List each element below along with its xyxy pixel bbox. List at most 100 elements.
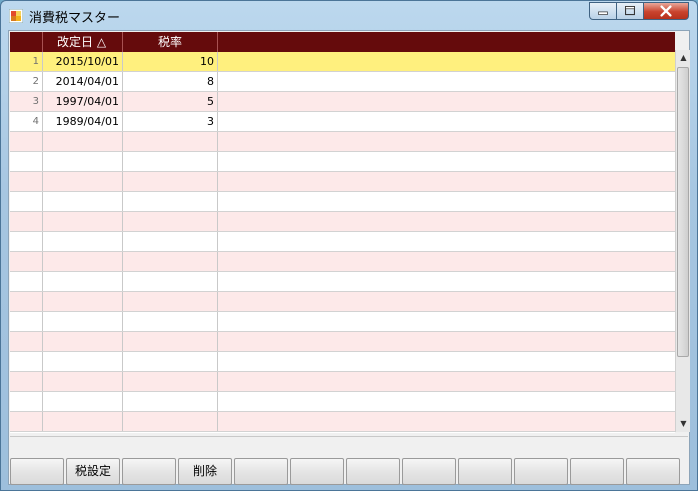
tax-setting-button[interactable]: 税設定	[66, 458, 120, 485]
rate-cell[interactable]	[123, 152, 218, 171]
filler-cell[interactable]	[218, 272, 675, 291]
row-number-cell[interactable]: 1	[10, 52, 43, 71]
rate-cell[interactable]	[123, 412, 218, 431]
rate-cell[interactable]	[123, 292, 218, 311]
table-row[interactable]: 1 2015/10/01 10	[10, 52, 675, 72]
filler-cell[interactable]	[218, 312, 675, 331]
column-header-date[interactable]: 改定日 △	[43, 32, 123, 52]
row-number-cell[interactable]	[10, 292, 43, 311]
filler-cell[interactable]	[218, 232, 675, 251]
rate-cell[interactable]	[123, 232, 218, 251]
scroll-up-icon[interactable]: ▲	[676, 50, 691, 65]
rate-cell[interactable]	[123, 212, 218, 231]
filler-cell[interactable]	[218, 52, 675, 71]
date-cell[interactable]	[43, 152, 123, 171]
date-cell[interactable]	[43, 272, 123, 291]
row-number-cell[interactable]	[10, 392, 43, 411]
row-number-cell[interactable]	[10, 372, 43, 391]
rate-cell[interactable]: 3	[123, 112, 218, 131]
empty-row[interactable]	[10, 232, 675, 252]
rate-cell[interactable]	[123, 312, 218, 331]
empty-row[interactable]	[10, 132, 675, 152]
date-cell[interactable]	[43, 232, 123, 251]
rate-cell[interactable]	[123, 252, 218, 271]
empty-row[interactable]	[10, 292, 675, 312]
row-number-cell[interactable]	[10, 192, 43, 211]
empty-row[interactable]	[10, 152, 675, 172]
row-number-cell[interactable]	[10, 212, 43, 231]
rate-cell[interactable]	[123, 372, 218, 391]
date-cell[interactable]	[43, 292, 123, 311]
filler-cell[interactable]	[218, 352, 675, 371]
date-cell[interactable]: 2015/10/01	[43, 52, 123, 71]
function-button[interactable]	[570, 458, 624, 485]
row-number-cell[interactable]: 4	[10, 112, 43, 131]
delete-button[interactable]: 削除	[178, 458, 232, 485]
date-cell[interactable]	[43, 212, 123, 231]
scroll-down-icon[interactable]: ▼	[676, 416, 691, 431]
filler-cell[interactable]	[218, 172, 675, 191]
table-row[interactable]: 2 2014/04/01 8	[10, 72, 675, 92]
scrollbar-thumb[interactable]	[677, 67, 689, 357]
filler-cell[interactable]	[218, 292, 675, 311]
table-row[interactable]: 4 1989/04/01 3	[10, 112, 675, 132]
filler-cell[interactable]	[218, 252, 675, 271]
empty-row[interactable]	[10, 332, 675, 352]
date-cell[interactable]	[43, 412, 123, 431]
date-cell[interactable]	[43, 172, 123, 191]
date-cell[interactable]	[43, 192, 123, 211]
date-cell[interactable]	[43, 372, 123, 391]
rate-cell[interactable]: 10	[123, 52, 218, 71]
filler-cell[interactable]	[218, 92, 675, 111]
filler-cell[interactable]	[218, 72, 675, 91]
filler-cell[interactable]	[218, 392, 675, 411]
function-button[interactable]	[290, 458, 344, 485]
filler-cell[interactable]	[218, 412, 675, 431]
empty-row[interactable]	[10, 192, 675, 212]
rate-cell[interactable]	[123, 352, 218, 371]
function-button[interactable]	[122, 458, 176, 485]
row-number-cell[interactable]	[10, 132, 43, 151]
function-button[interactable]	[10, 458, 64, 485]
rate-cell[interactable]	[123, 172, 218, 191]
filler-cell[interactable]	[218, 332, 675, 351]
row-number-cell[interactable]: 3	[10, 92, 43, 111]
table-row[interactable]: 3 1997/04/01 5	[10, 92, 675, 112]
empty-row[interactable]	[10, 172, 675, 192]
rate-cell[interactable]: 8	[123, 72, 218, 91]
function-button[interactable]	[346, 458, 400, 485]
row-number-cell[interactable]	[10, 152, 43, 171]
row-number-cell[interactable]	[10, 272, 43, 291]
rate-cell[interactable]	[123, 192, 218, 211]
empty-row[interactable]	[10, 212, 675, 232]
empty-row[interactable]	[10, 412, 675, 432]
vertical-scrollbar[interactable]: ▲ ▼	[675, 50, 690, 432]
date-cell[interactable]: 1989/04/01	[43, 112, 123, 131]
function-button[interactable]	[402, 458, 456, 485]
tax-rate-grid[interactable]: 改定日 △ 税率 1 2015/10/01 10 2 2014/04/01 8 3 1997/…	[10, 32, 675, 433]
row-number-cell[interactable]	[10, 412, 43, 431]
row-number-cell[interactable]	[10, 312, 43, 331]
filler-cell[interactable]	[218, 112, 675, 131]
empty-row[interactable]	[10, 372, 675, 392]
function-button[interactable]	[234, 458, 288, 485]
filler-cell[interactable]	[218, 212, 675, 231]
rate-cell[interactable]	[123, 132, 218, 151]
empty-row[interactable]	[10, 252, 675, 272]
close-button[interactable]	[643, 2, 689, 20]
filler-cell[interactable]	[218, 132, 675, 151]
date-cell[interactable]	[43, 132, 123, 151]
date-cell[interactable]	[43, 312, 123, 331]
row-number-cell[interactable]	[10, 332, 43, 351]
date-cell[interactable]: 2014/04/01	[43, 72, 123, 91]
row-number-cell[interactable]	[10, 252, 43, 271]
row-number-cell[interactable]	[10, 172, 43, 191]
rate-cell[interactable]: 5	[123, 92, 218, 111]
function-button[interactable]	[514, 458, 568, 485]
filler-cell[interactable]	[218, 152, 675, 171]
function-button[interactable]	[458, 458, 512, 485]
empty-row[interactable]	[10, 392, 675, 412]
rate-cell[interactable]	[123, 272, 218, 291]
row-number-cell[interactable]	[10, 232, 43, 251]
column-header-rate[interactable]: 税率	[123, 32, 218, 52]
